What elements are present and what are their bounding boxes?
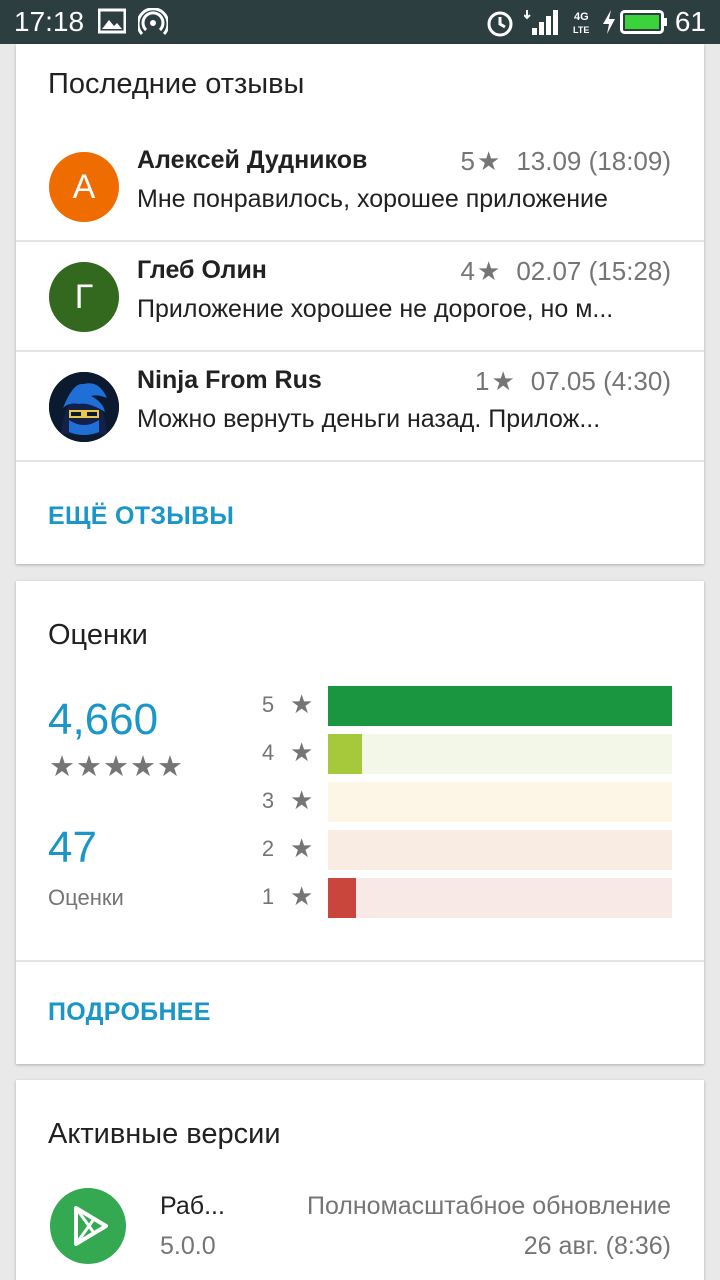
star-icon: ★ [290,833,314,863]
star-icon: ★ [290,737,314,767]
star-icon: ★ [491,366,515,396]
review-rating: 1 [475,366,490,396]
rating-bar-track [328,686,672,726]
reviewer-name: Ninja From Rus [137,366,322,394]
rating-bar-row: 2 ★ [260,830,680,870]
ninja-avatar-icon [49,372,119,442]
rating-bar-row: 5 ★ [260,686,680,726]
active-versions-title: Активные версии [48,1118,281,1150]
rating-bar-label: 2 [261,836,275,861]
status-time: 17:18 [14,6,85,37]
review-text: Можно вернуть деньги назад. Прилож... [137,405,601,433]
star-icon: ★ [290,881,314,911]
rating-bar-row: 1 ★ [260,878,680,918]
review-item[interactable]: А Алексей Дудников 5★ 13.09 (18:09) Мне п… [16,132,704,242]
avatar-initial: А [72,168,96,206]
rating-bar-fill [328,686,672,726]
avatar: А [49,152,119,222]
ratings-card: Оценки 4,660 ★★★★★ 47 Оценки 5 ★ 4 ★ 3 ★ 2 ★ 1 ★ … [16,581,704,1064]
status-bar: 17:18 4G LTE 61 [0,0,720,44]
charging-icon [603,10,615,34]
review-meta: 1★ 07.05 (4:30) [475,366,671,397]
version-date: 26 авг. (8:36) [523,1232,671,1260]
review-meta: 5★ 13.09 (18:09) [461,146,671,177]
review-date: 07.05 (4:30) [530,366,671,396]
image-icon [98,8,126,34]
rating-bar-track [328,734,672,774]
svg-text:LTE: LTE [573,25,589,35]
rating-bar-track [328,878,672,918]
alarm-icon [487,11,513,37]
rating-bar-label: 5 [261,692,275,717]
review-item[interactable]: Ninja From Rus 1★ 07.05 (4:30) Можно верн… [16,352,704,462]
rating-bar-fill [328,878,356,918]
version-type: Полномасштабное обновление [306,1192,671,1220]
lte-icon: 4G LTE [573,11,589,35]
more-reviews-button[interactable]: ЕЩЁ ОТЗЫВЫ [48,502,234,531]
review-text: Приложение хорошее не дорогое, но м... [137,295,614,323]
recent-reviews-title: Последние отзывы [48,68,305,100]
review-date: 02.07 (15:28) [516,256,671,286]
rating-bar-row: 3 ★ [260,782,680,822]
star-icon: ★ [477,146,501,176]
average-stars: ★★★★★ [49,751,184,783]
signal-icon [524,10,558,35]
divider [16,960,704,962]
review-meta: 4★ 02.07 (15:28) [461,256,671,287]
recent-reviews-card: Последние отзывы А Алексей Дудников 5★ 13… [16,44,704,564]
active-versions-card: Активные версии Раб... 5.0.0 Полномасшта… [16,1080,704,1280]
review-date: 13.09 (18:09) [516,146,671,176]
star-icon: ★ [477,256,501,286]
review-rating: 4 [460,256,476,286]
rating-bar-track [328,782,672,822]
review-text: Мне понравилось, хорошее приложение [137,185,608,213]
svg-text:4G: 4G [574,11,589,23]
star-icon: ★ [290,785,314,815]
average-rating: 4,660 [48,695,159,744]
star-icon: ★ [290,689,314,719]
version-name: Раб... [160,1192,225,1220]
rating-bar-label: 1 [261,884,275,909]
play-store-icon [50,1188,126,1264]
rating-count: 47 [48,823,97,872]
rating-bar-label: 4 [261,740,275,765]
rating-bar-fill [328,734,362,774]
review-item[interactable]: Г Глеб Олин 4★ 02.07 (15:28) Приложение х… [16,242,704,352]
ratings-title: Оценки [48,619,148,651]
avatar [49,372,119,442]
rating-count-label: Оценки [48,885,124,910]
avatar: Г [49,262,119,332]
reviewer-name: Алексей Дудников [137,146,368,174]
rating-bar-label: 3 [261,788,275,813]
rating-bar-track [328,830,672,870]
battery-icon [620,10,667,34]
rating-bar-row: 4 ★ [260,734,680,774]
play-triangle-icon [74,1206,108,1246]
review-rating: 5 [460,146,476,176]
details-button[interactable]: ПОДРОБНЕЕ [48,998,211,1027]
version-number: 5.0.0 [160,1232,216,1260]
battery-level: 61 [674,6,706,37]
reviewer-name: Глеб Олин [137,256,267,284]
avatar-initial: Г [74,278,94,316]
hotspot-icon [138,8,168,36]
